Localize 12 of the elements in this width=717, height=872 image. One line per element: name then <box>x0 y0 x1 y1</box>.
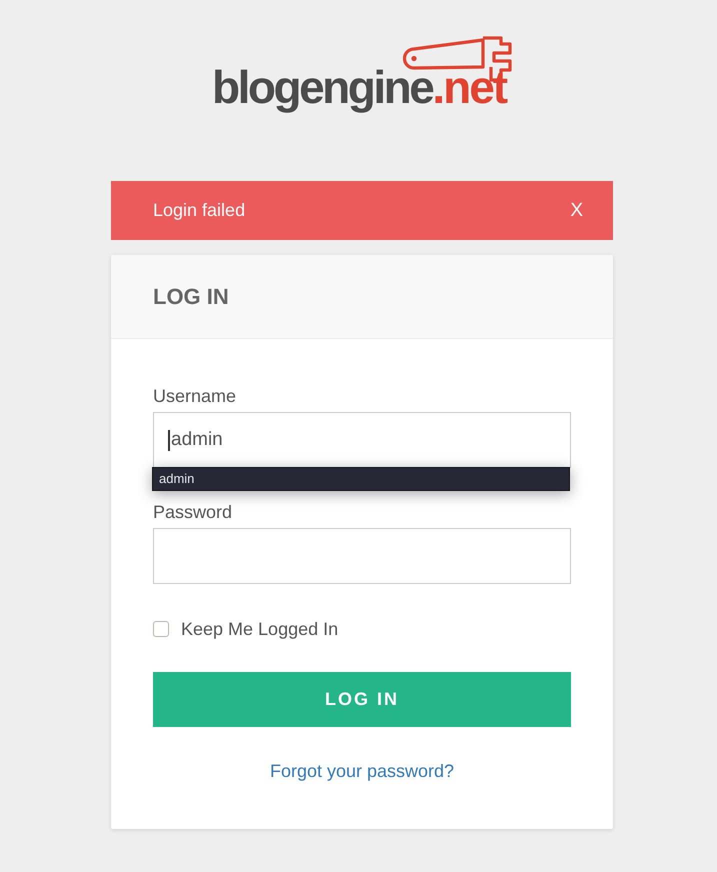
alert-message: Login failed <box>153 200 246 221</box>
forgot-password-link[interactable]: Forgot your password? <box>270 759 454 783</box>
field-label: Username <box>153 385 236 408</box>
input-field[interactable] <box>153 528 571 584</box>
field-label: Password <box>153 501 232 524</box>
logo-wordmark: blogengine.net <box>212 64 506 115</box>
input-field[interactable]: admin <box>153 412 571 468</box>
checkbox-label[interactable]: Keep Me Logged In <box>181 618 338 640</box>
checkbox[interactable] <box>153 621 169 637</box>
card-title: LOG IN <box>153 284 229 310</box>
autocomplete-option[interactable]: admin <box>153 468 569 490</box>
text-cursor-icon <box>168 430 170 450</box>
